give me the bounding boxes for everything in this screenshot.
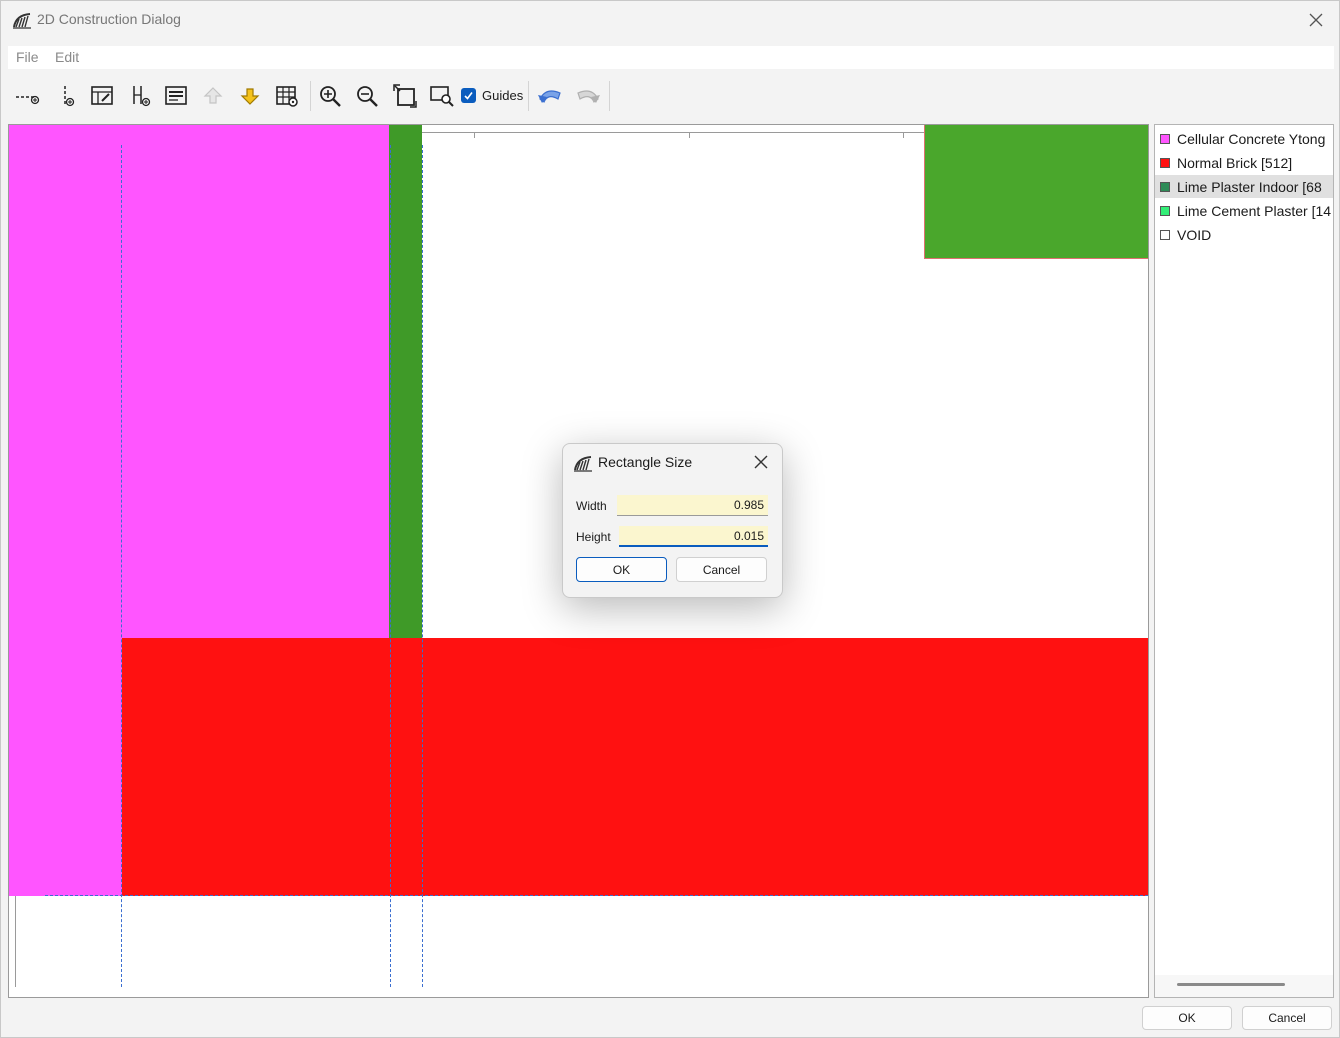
cellular-concrete-region[interactable]: [9, 638, 122, 896]
undo-icon: [538, 90, 561, 103]
toolbar-separator: [609, 81, 610, 111]
table-edit-icon: [91, 86, 113, 105]
normal-brick-region[interactable]: [122, 638, 1148, 896]
material-swatch: [1160, 181, 1170, 192]
zoom-in-button[interactable]: [315, 81, 345, 111]
zoom-fit-button[interactable]: [390, 81, 420, 111]
arrow-up-icon: [203, 87, 223, 104]
app-logo-icon: [13, 13, 31, 29]
redo-button[interactable]: [573, 81, 603, 111]
material-item-void[interactable]: VOID: [1155, 223, 1333, 246]
scrollbar-thumb[interactable]: [1177, 983, 1285, 986]
height-input[interactable]: [619, 526, 768, 547]
column-add-icon: [133, 86, 151, 107]
zoom-out-button[interactable]: [352, 81, 382, 111]
grid-settings-icon: [276, 86, 298, 107]
undo-button[interactable]: [535, 81, 565, 111]
close-icon[interactable]: [752, 453, 770, 471]
popup-ok-button[interactable]: OK: [576, 557, 667, 582]
close-window-icon[interactable]: [1305, 9, 1327, 31]
height-label: Height: [576, 530, 611, 544]
vertical-guide[interactable]: [422, 145, 423, 987]
add-horizontal-guide-button[interactable]: [12, 81, 42, 111]
title-bar[interactable]: 2D Construction Dialog: [1, 1, 1339, 39]
material-swatch: [1160, 133, 1170, 144]
width-label: Width: [576, 499, 607, 513]
redo-icon: [577, 90, 600, 103]
material-swatch: [1160, 205, 1170, 216]
material-swatch: [1160, 229, 1170, 240]
layers-icon: [165, 86, 187, 105]
zoom-fit-icon: [393, 84, 417, 108]
cellular-concrete-region[interactable]: [9, 125, 389, 638]
menu-bar: File Edit: [8, 46, 1334, 69]
edit-table-button[interactable]: [87, 81, 117, 111]
menu-file[interactable]: File: [16, 49, 39, 65]
layer-properties-button[interactable]: [161, 81, 191, 111]
zoom-window-button[interactable]: [427, 81, 457, 111]
material-label: Lime Plaster Indoor [68: [1177, 178, 1322, 195]
popup-cancel-button[interactable]: Cancel: [676, 557, 767, 582]
material-label: Cellular Concrete Ytong: [1177, 130, 1326, 147]
zoom-out-icon: [357, 86, 378, 107]
ruler-tick: [689, 132, 690, 138]
app-logo-icon: [574, 456, 592, 472]
lime-plaster-region[interactable]: [389, 125, 422, 638]
material-swatch: [1160, 157, 1170, 168]
grid-settings-button[interactable]: [272, 81, 302, 111]
add-column-button[interactable]: [126, 81, 156, 111]
arrow-down-icon: [240, 88, 260, 105]
cancel-button[interactable]: Cancel: [1242, 1006, 1332, 1030]
ok-button[interactable]: OK: [1142, 1006, 1232, 1030]
move-down-button[interactable]: [235, 81, 265, 111]
move-up-button[interactable]: [198, 81, 228, 111]
menu-edit[interactable]: Edit: [55, 49, 79, 65]
popup-title: Rectangle Size: [598, 454, 693, 470]
vertical-guide-icon: [64, 86, 75, 107]
toolbar-separator: [310, 81, 311, 111]
width-input[interactable]: [617, 495, 768, 516]
material-item-normal-brick[interactable]: Normal Brick [512]: [1155, 151, 1333, 174]
material-item-lime-cement-plaster[interactable]: Lime Cement Plaster [14: [1155, 199, 1333, 222]
construction-dialog-window: 2D Construction Dialog File Edit Guides …: [0, 0, 1340, 1038]
material-label: Lime Cement Plaster [14: [1177, 202, 1332, 219]
material-label: Normal Brick [512]: [1177, 154, 1293, 171]
rectangle-size-dialog: Rectangle Size Width Height OK Cancel: [562, 443, 783, 598]
horizontal-guide[interactable]: [45, 895, 1148, 896]
material-label: VOID: [1177, 226, 1212, 243]
horizontal-scrollbar[interactable]: [1155, 975, 1333, 997]
guides-checkbox[interactable]: [461, 88, 476, 103]
vertical-guide[interactable]: [121, 145, 122, 987]
window-title: 2D Construction Dialog: [37, 11, 181, 27]
zoom-window-icon: [430, 86, 454, 107]
guides-toggle[interactable]: Guides: [461, 88, 523, 103]
ruler-tick: [474, 132, 475, 138]
material-item-lime-plaster-indoor[interactable]: Lime Plaster Indoor [68: [1155, 175, 1333, 198]
add-vertical-guide-button[interactable]: [52, 81, 82, 111]
green-block-region[interactable]: [924, 125, 1148, 259]
toolbar: Guides: [8, 77, 908, 117]
zoom-in-icon: [320, 86, 341, 107]
material-item-cellular-concrete[interactable]: Cellular Concrete Ytong: [1155, 127, 1333, 150]
material-list[interactable]: Cellular Concrete Ytong Normal Brick [51…: [1154, 124, 1334, 998]
ruler-tick: [903, 132, 904, 138]
vertical-guide[interactable]: [390, 145, 391, 987]
toolbar-separator: [528, 81, 529, 111]
guides-label: Guides: [482, 88, 524, 103]
checkmark-icon: [464, 92, 473, 100]
horizontal-guide-icon: [16, 95, 40, 105]
